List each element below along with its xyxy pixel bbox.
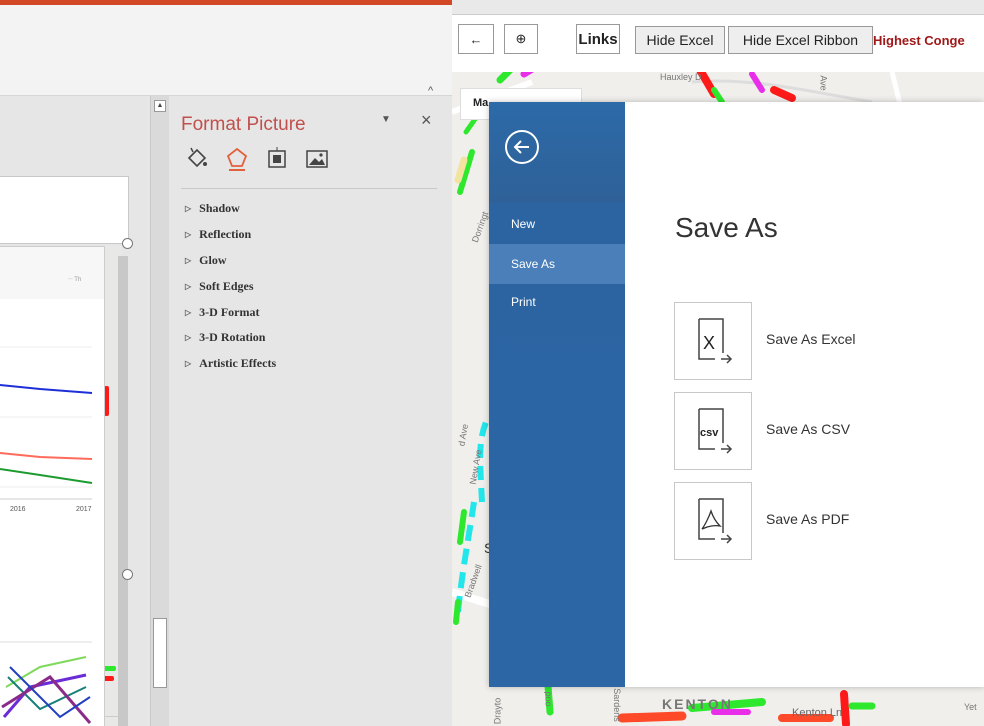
paint-bucket-icon[interactable] [185,146,209,172]
picture-icon[interactable] [305,146,329,172]
powerpoint-window: ^ ᐧᐧᐧ Th 2016 2017 ▲ Format Picture ▼ × … [0,0,452,726]
chart-tick-2017: 2017 [76,506,92,513]
expand-triangle-icon: ▷ [185,359,192,369]
section-reflection[interactable]: ▷ Reflection [185,222,276,248]
format-pane-title: Format Picture [181,114,306,135]
expand-triangle-icon: ▷ [185,255,192,265]
section-3d-rotation[interactable]: ▷ 3-D Rotation [185,325,276,351]
links-button[interactable]: Links [576,24,620,54]
close-icon[interactable]: × [421,110,432,131]
section-glow[interactable]: ▷ Glow [185,248,276,274]
map-street-label: ood [542,691,553,707]
pentagon-effects-icon[interactable] [225,146,249,172]
map-street-label: Drayto [492,697,503,725]
nav-item-print[interactable]: Print [489,282,625,322]
expand-triangle-icon: ▷ [185,333,192,343]
pane-divider [181,188,437,189]
chart-series-line-2 [0,452,93,460]
svg-text:csv: csv [700,427,719,439]
nav-item-save-as[interactable]: Save As [489,244,625,284]
save-as-csv-button[interactable]: csv [674,392,752,470]
page-title: Save As [675,212,778,243]
hide-excel-ribbon-button[interactable]: Hide Excel Ribbon [728,26,873,54]
chart-tick-2016: 2016 [10,506,26,513]
app-toolbar: ← ⊕ Links Hide Excel Hide Excel Ribbon H… [452,0,984,72]
chart-series-line-3 [0,468,93,484]
map-street-label-kenton-ln: Kenton Ln [792,707,843,719]
size-properties-icon[interactable] [265,146,289,172]
save-as-csv-label: Save As CSV [766,421,851,437]
svg-text:ᐧᐧᐧ Th: ᐧᐧᐧ Th [68,277,81,283]
format-picture-pane: Format Picture ▼ × ▷ Shadow ▷ Reflection ▷… [169,96,452,726]
slide-editing-area: ᐧᐧᐧ Th 2016 2017 [0,96,150,726]
web-app-panel: ← ⊕ Links Hide Excel Hide Excel Ribbon H… [452,0,984,726]
resize-handle-middle[interactable] [122,569,133,580]
format-sections-list: ▷ Shadow ▷ Reflection ▷ Glow ▷ Soft Edges ▷ 3… [185,196,276,377]
locate-button[interactable]: ⊕ [504,24,538,54]
expand-triangle-icon: ▷ [185,204,192,214]
save-as-backstage: New Save As Print Save As X Save As Exce… [489,102,984,687]
backstage-nav: New Save As Print [489,102,625,687]
scrollbar-thumb[interactable] [153,618,167,688]
back-arrow-circle-icon[interactable] [505,130,539,164]
slide-vertical-scrollbar[interactable] [118,256,128,726]
svg-text:X: X [703,333,715,353]
back-button[interactable]: ← [458,24,494,54]
section-artistic-effects[interactable]: ▷ Artistic Effects [185,351,276,377]
expand-triangle-icon: ▷ [185,230,192,240]
chart-graphic: ᐧᐧᐧ Th 2016 2017 [0,247,104,724]
map-area-label-kenton: KENTON [662,696,733,712]
csv-file-icon: csv [698,408,733,454]
map-street-label: Yet [964,702,977,712]
highest-congestion-title: Highest Conge [873,33,965,48]
ribbon-area: ^ [0,5,452,97]
section-shadow[interactable]: ▷ Shadow [185,196,276,222]
expand-triangle-icon: ▷ [185,281,192,291]
save-as-excel-label: Save As Excel [766,331,856,347]
map-tab[interactable]: Ma [473,97,488,109]
resize-handle-top[interactable] [122,238,133,249]
editor-vertical-scrollbar[interactable]: ▲ [150,96,169,726]
chart-series-line-1 [0,384,93,394]
backstage-content: Save As X Save As Excel csv Save As CSV … [625,102,984,687]
map-street-label: Hauxley D [660,72,702,82]
save-as-pdf-button[interactable] [674,482,752,560]
expand-triangle-icon: ▷ [185,307,192,317]
slide-chart-picture[interactable]: ᐧᐧᐧ Th 2016 2017 [0,246,105,726]
save-as-excel-button[interactable]: X [674,302,752,380]
scroll-up-arrow-icon[interactable]: ▲ [154,100,166,112]
excel-file-icon: X [698,318,733,364]
save-as-pdf-label: Save As PDF [766,511,850,527]
section-3d-format[interactable]: ▷ 3-D Format [185,299,276,325]
browser-tab-strip [452,0,984,15]
hide-excel-button[interactable]: Hide Excel [635,26,725,54]
map-street-label: Sardens [611,688,622,722]
section-soft-edges[interactable]: ▷ Soft Edges [185,273,276,299]
format-pane-tabs [185,146,345,174]
pdf-file-icon [698,498,733,544]
pane-options-dropdown-icon[interactable]: ▼ [381,114,391,125]
slide-text-box[interactable] [0,176,129,244]
nav-item-new[interactable]: New [489,204,625,244]
map-street-label: Ave [818,75,829,91]
